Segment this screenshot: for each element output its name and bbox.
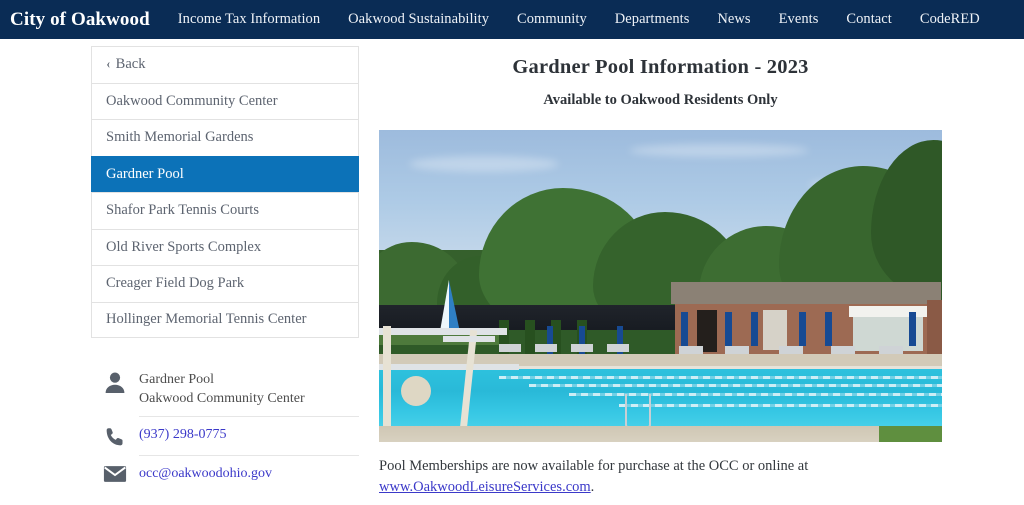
photo-lounge-chair (499, 344, 521, 352)
nav-item-departments[interactable]: Departments (601, 0, 704, 39)
contact-phone-link[interactable]: (937) 298-0775 (139, 427, 227, 442)
sidebar-item-shafor-park-tennis-courts[interactable]: Shafor Park Tennis Courts (91, 192, 359, 229)
membership-text-after-link: . (590, 479, 595, 496)
photo-lane-rope (619, 404, 942, 407)
photo-umbrella (681, 312, 688, 346)
photo-window (763, 310, 787, 350)
photo-diving-board (379, 328, 507, 335)
photo-umbrella-base (401, 376, 431, 406)
sidebar-item-label: Shafor Park Tennis Courts (106, 202, 259, 219)
photo-pool-ladder (625, 394, 651, 428)
photo-umbrella (825, 312, 832, 346)
sidebar-item-oakwood-community-center[interactable]: Oakwood Community Center (91, 82, 359, 119)
photo-shrub (525, 320, 535, 356)
photo-diving-board (379, 364, 519, 370)
contact-name-line2: Oakwood Community Center (139, 391, 305, 407)
contact-name: Gardner Pool Oakwood Community Center (139, 369, 305, 409)
leisure-services-link[interactable]: www.OakwoodLeisureServices.com (379, 479, 591, 495)
sidebar-item-label: Oakwood Community Center (106, 92, 278, 109)
photo-umbrella (751, 312, 758, 346)
nav-item-events[interactable]: Events (765, 0, 833, 39)
photo-umbrella (909, 312, 916, 346)
chevron-left-icon: ‹ (106, 56, 111, 72)
main-content: Gardner Pool Information - 2023 Availabl… (379, 46, 942, 498)
sidebar-item-hollinger-memorial-tennis-center[interactable]: Hollinger Memorial Tennis Center (91, 301, 359, 338)
contact-info-block: Gardner Pool Oakwood Community Center (9… (91, 362, 359, 492)
photo-umbrella (725, 312, 732, 346)
top-navigation-bar: City of Oakwood Income Tax Information O… (0, 0, 1024, 39)
membership-text: Pool Memberships are now available for p… (379, 442, 942, 498)
contact-name-row: Gardner Pool Oakwood Community Center (91, 362, 359, 416)
photo-grass (879, 426, 942, 442)
photo-lounge-chair (831, 346, 855, 354)
nav-item-contact[interactable]: Contact (832, 0, 905, 39)
contact-email-link[interactable]: occ@oakwoodohio.gov (139, 466, 272, 481)
sidebar-item-label: Hollinger Memorial Tennis Center (106, 311, 307, 328)
photo-lounge-chair (725, 346, 749, 354)
contact-phone-row: (937) 298-0775 (91, 417, 359, 455)
sidebar-item-label: Creager Field Dog Park (106, 275, 245, 292)
sidebar-menu: ‹ Back Oakwood Community Center Smith Me… (91, 46, 359, 338)
photo-cloud (629, 144, 809, 157)
phone-icon (91, 424, 139, 448)
photo-lane-rope (529, 384, 942, 387)
photo-bathhouse-roof (671, 282, 941, 304)
nav-item-income-tax-information[interactable]: Income Tax Information (164, 0, 334, 39)
photo-bathhouse-wing (927, 300, 942, 358)
sidebar-back-button[interactable]: ‹ Back (91, 46, 359, 83)
photo-lounge-chair (571, 344, 593, 352)
photo-cloud (409, 156, 559, 172)
photo-lounge-chair (607, 344, 629, 352)
sidebar-item-label: Smith Memorial Gardens (106, 129, 254, 146)
sidebar-item-smith-memorial-gardens[interactable]: Smith Memorial Gardens (91, 119, 359, 156)
photo-lounge-chair (535, 344, 557, 352)
photo-lounge-chair (879, 346, 903, 354)
photo-lifeguard-chair (383, 326, 391, 432)
sidebar-item-old-river-sports-complex[interactable]: Old River Sports Complex (91, 228, 359, 265)
site-brand-logo[interactable]: City of Oakwood (0, 9, 164, 31)
sidebar-item-label: Old River Sports Complex (106, 238, 262, 255)
nav-item-codered[interactable]: CodeRED (906, 0, 994, 39)
photo-umbrella (799, 312, 806, 346)
nav-item-community[interactable]: Community (503, 0, 601, 39)
photo-lounge-chair (779, 346, 803, 354)
photo-lounge-chair (679, 346, 703, 354)
sidebar-item-gardner-pool[interactable]: Gardner Pool (91, 155, 359, 192)
nav-item-news[interactable]: News (703, 0, 764, 39)
photo-near-deck (379, 426, 942, 442)
page-subtitle: Available to Oakwood Residents Only (543, 92, 778, 108)
contact-email-row: occ@oakwoodohio.gov (91, 456, 359, 492)
envelope-icon (91, 463, 139, 483)
pool-photo (379, 130, 942, 442)
contact-name-line1: Gardner Pool (139, 372, 215, 387)
membership-text-before-link: Pool Memberships are now available for p… (379, 458, 809, 474)
person-icon (91, 369, 139, 394)
photo-handrail (443, 336, 495, 342)
sidebar-item-label: Gardner Pool (106, 165, 184, 182)
sidebar-back-label: Back (115, 56, 146, 73)
page-title: Gardner Pool Information - 2023 (512, 56, 809, 78)
photo-lane-rope (499, 376, 942, 379)
sidebar-item-creager-field-dog-park[interactable]: Creager Field Dog Park (91, 265, 359, 302)
nav-item-oakwood-sustainability[interactable]: Oakwood Sustainability (334, 0, 503, 39)
